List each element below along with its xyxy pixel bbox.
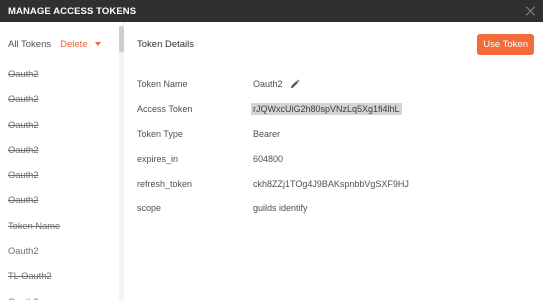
detail-value[interactable]: rJQWxcUiG2h80spVNzLq5Xg1fi4lhL bbox=[251, 103, 402, 116]
token-list-item[interactable]: Oauth2 bbox=[0, 113, 123, 138]
detail-value: 604800 bbox=[253, 154, 283, 164]
token-list-item[interactable]: Token Name bbox=[0, 214, 123, 239]
detail-row: Token Type Bearer bbox=[137, 122, 537, 147]
token-list: Oauth2 Oauth2 Oauth2 Oauth2 Oauth2 Oauth2 Toke… bbox=[0, 62, 123, 300]
detail-label: Token Type bbox=[137, 128, 183, 139]
details-header: Token Details Use Token bbox=[125, 22, 543, 66]
detail-row: refresh_token ckh8ZZj1TOg4J9BAKspnbbVgSXF… bbox=[137, 171, 537, 196]
caret-down-icon[interactable] bbox=[94, 42, 101, 46]
detail-value: Bearer bbox=[253, 129, 280, 139]
detail-row: scope guilds identify bbox=[137, 196, 537, 221]
detail-value-text: guilds identify bbox=[253, 203, 308, 214]
token-list-item[interactable]: TL Oauth2 bbox=[0, 264, 123, 289]
token-list-item[interactable]: Oauth2 bbox=[0, 163, 123, 188]
token-list-item[interactable]: Oauth2 bbox=[0, 87, 123, 112]
token-sidebar: All Tokens Delete Oauth2 Oauth2 Oauth2 Oaut… bbox=[0, 22, 124, 300]
sidebar-header: All Tokens Delete bbox=[0, 22, 123, 66]
detail-label: Access Token bbox=[137, 104, 193, 115]
detail-value-text: Bearer bbox=[253, 128, 281, 139]
detail-row: Token Name Oauth2 bbox=[137, 72, 537, 97]
token-list-item[interactable]: Oauth2 bbox=[0, 290, 123, 300]
detail-row: Access Token rJQWxcUiG2h80spVNzLq5Xg1fi4l… bbox=[137, 97, 537, 122]
sidebar-scrollbar-thumb[interactable] bbox=[119, 26, 124, 52]
use-token-button[interactable]: Use Token bbox=[477, 33, 534, 55]
token-list-item[interactable]: Oauth2 bbox=[0, 188, 123, 213]
token-detail-rows: Token Name Oauth2 Access Token rJQWxcUiG2h8… bbox=[137, 72, 537, 221]
detail-value: Oauth2 bbox=[253, 79, 300, 90]
detail-label: scope bbox=[137, 203, 162, 214]
detail-value-text: ckh8ZZj1TOg4J9BAKspnbbVgSXF9HJ bbox=[253, 178, 409, 189]
detail-label: expires_in bbox=[137, 153, 179, 164]
detail-label: refresh_token bbox=[137, 178, 193, 189]
all-tokens-label: All Tokens bbox=[8, 38, 52, 50]
pencil-icon[interactable] bbox=[289, 79, 300, 90]
detail-value: ckh8ZZj1TOg4J9BAKspnbbVgSXF9HJ bbox=[253, 179, 409, 189]
detail-label: Token Name bbox=[137, 79, 188, 90]
token-list-item[interactable]: Oauth2 bbox=[0, 62, 123, 87]
detail-row: expires_in 604800 bbox=[137, 146, 537, 171]
delete-dropdown-button[interactable]: Delete bbox=[60, 39, 87, 50]
token-details-panel: Token Details Use Token Token Name Oauth2… bbox=[125, 22, 543, 300]
details-heading: Token Details bbox=[137, 38, 195, 50]
modal-title: MANAGE ACCESS TOKENS bbox=[8, 5, 137, 17]
detail-value-text: Oauth2 bbox=[253, 79, 283, 90]
token-list-item[interactable]: Oauth2 bbox=[0, 239, 123, 264]
detail-value-text: 604800 bbox=[253, 153, 284, 164]
sidebar-scrollbar-track[interactable] bbox=[119, 26, 124, 300]
detail-value: guilds identify bbox=[253, 203, 308, 213]
token-list-item[interactable]: Oauth2 bbox=[0, 138, 123, 163]
modal-titlebar: MANAGE ACCESS TOKENS bbox=[0, 0, 543, 22]
detail-value-text: rJQWxcUiG2h80spVNzLq5Xg1fi4lhL bbox=[253, 104, 400, 115]
close-icon[interactable] bbox=[525, 5, 537, 17]
